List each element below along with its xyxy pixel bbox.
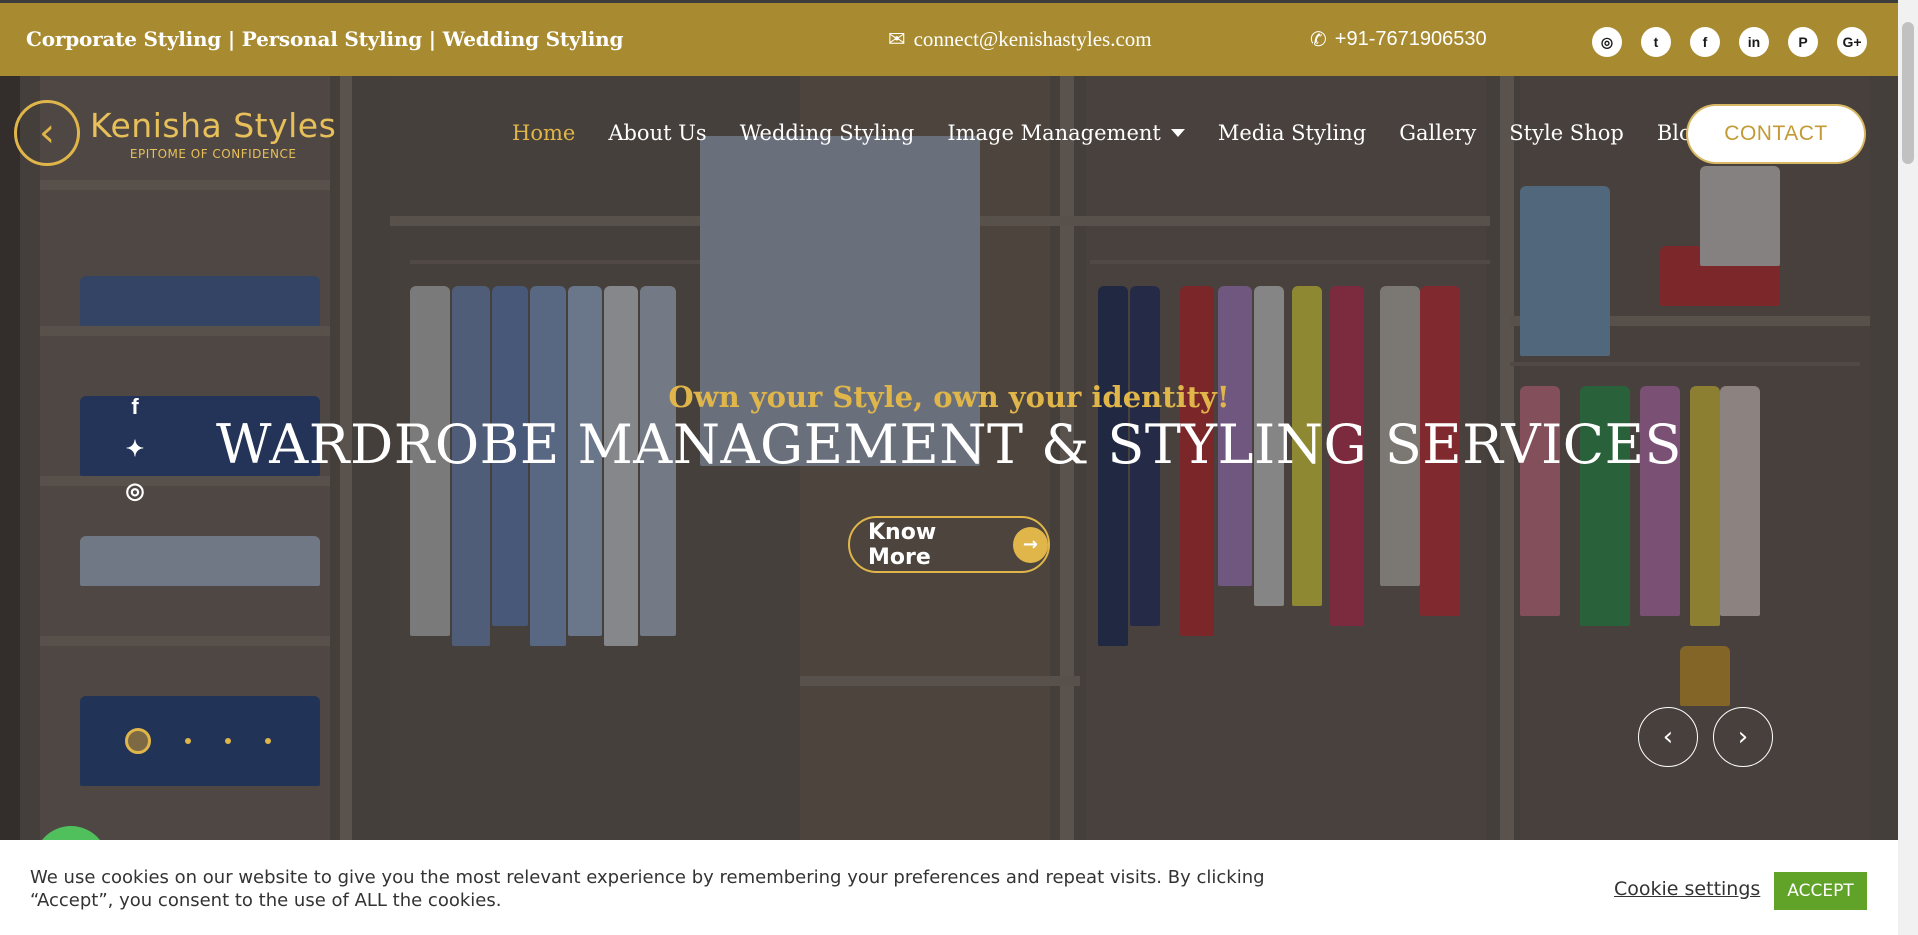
topbar-social-links: ◎ t f in P G+ [1592, 27, 1867, 57]
instagram-icon[interactable]: ◎ [124, 480, 146, 502]
arrow-right-icon: → [1012, 526, 1048, 563]
know-more-label: Know More [868, 519, 937, 570]
slider-dot-1[interactable] [125, 728, 151, 754]
nav-media-styling[interactable]: Media Styling [1218, 121, 1366, 145]
hero-tagline: Own your Style, own your identity! [668, 380, 1230, 414]
cookie-consent-bar: We use cookies on our website to give yo… [0, 840, 1898, 935]
slider-pagination [125, 728, 271, 754]
nav-image-management[interactable]: Image Management [947, 121, 1185, 145]
logo-tagline: EPITOME OF CONFIDENCE [129, 146, 297, 161]
slider-prev-button[interactable]: ‹ [1638, 707, 1698, 767]
google-plus-icon[interactable]: G+ [1837, 27, 1867, 57]
logo-text: Kenisha Styles EPITOME OF CONFIDENCE [90, 106, 336, 161]
nav-gallery[interactable]: Gallery [1399, 121, 1476, 145]
top-bar: Corporate Styling | Personal Styling | W… [0, 0, 1898, 76]
cookie-settings-link[interactable]: Cookie settings [1614, 878, 1760, 900]
chevron-down-icon [1170, 129, 1185, 137]
slider-dot-4[interactable] [265, 738, 271, 744]
linkedin-icon[interactable]: in [1739, 27, 1769, 57]
cookie-message: We use cookies on our website to give yo… [30, 867, 1265, 911]
accept-cookies-button[interactable]: ACCEPT [1774, 872, 1867, 910]
email-text: connect@kenishastyles.com [913, 27, 1152, 51]
hero-headline: WARDROBE MANAGEMENT & STYLING SERVICES [215, 413, 1683, 476]
chevron-right-icon: › [1737, 722, 1749, 752]
logo-chevron-icon: ‹ [14, 100, 80, 166]
site-logo[interactable]: ‹ Kenisha Styles EPITOME OF CONFIDENCE [14, 100, 336, 166]
nav-image-management-label: Image Management [947, 121, 1161, 145]
twitter-icon[interactable]: t [1641, 27, 1671, 57]
phone-icon: ✆ [1310, 29, 1327, 51]
services-text: Corporate Styling | Personal Styling | W… [26, 27, 624, 51]
main-navigation: Home About Us Wedding Styling Image Mana… [512, 121, 1705, 145]
envelope-icon: ✉ [888, 27, 906, 51]
instagram-icon[interactable]: ◎ [1592, 27, 1622, 57]
nav-wedding-styling[interactable]: Wedding Styling [740, 121, 915, 145]
phone-text: +91-7671906530 [1334, 28, 1487, 50]
facebook-icon[interactable]: f [1690, 27, 1720, 57]
nav-home[interactable]: Home [512, 121, 575, 145]
know-more-button[interactable]: Know More → [848, 516, 1050, 573]
slider-next-button[interactable]: › [1713, 707, 1773, 767]
logo-name: Kenisha Styles [90, 105, 337, 145]
phone-link[interactable]: ✆ +91-7671906530 [1310, 27, 1487, 52]
slider-dot-3[interactable] [225, 738, 231, 744]
nav-style-shop[interactable]: Style Shop [1509, 121, 1624, 145]
nav-about-us[interactable]: About Us [608, 121, 706, 145]
page-scrollbar[interactable] [1898, 0, 1918, 935]
scrollbar-thumb[interactable] [1902, 22, 1914, 164]
pinterest-icon[interactable]: P [1788, 27, 1818, 57]
email-link[interactable]: ✉ connect@kenishastyles.com [888, 27, 1152, 52]
chevron-left-icon: ‹ [1662, 722, 1674, 752]
slider-dot-2[interactable] [185, 738, 191, 744]
contact-button[interactable]: CONTACT [1688, 106, 1864, 162]
